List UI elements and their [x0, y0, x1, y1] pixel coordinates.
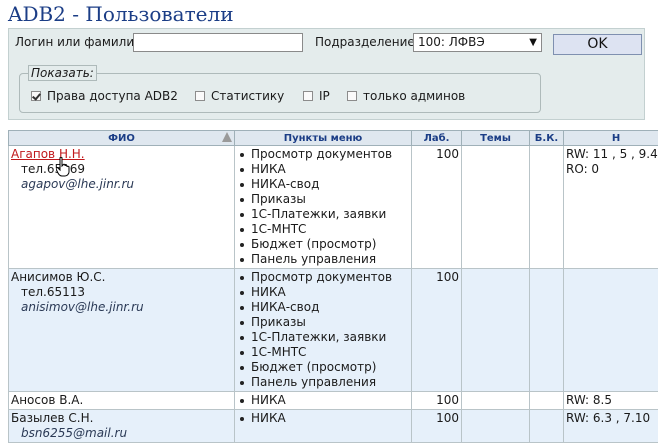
department-select[interactable]: 100: ЛФВЭ ▼: [413, 33, 542, 52]
department-selected-value: 100: ЛФВЭ: [418, 35, 485, 49]
user-email: bsn6255@mail.ru: [21, 426, 128, 440]
fio-cell: Агапов Н.Н. тел.65169 agapov@lhe.jinr.ru: [8, 145, 235, 269]
table-row: Агапов Н.Н. тел.65169 agapov@lhe.jinr.ru Пр…: [8, 145, 658, 269]
menu-item: 1С-МНТС: [240, 222, 409, 237]
show-options-group: Показать: Права доступа ADB2 Статистику …: [19, 65, 541, 113]
fio-cell: Базылев С.Н. bsn6255@mail.ru: [8, 409, 235, 443]
table-row: Аносов В.А. НИКА 100 RW: 8.5: [8, 391, 658, 410]
login-search-input[interactable]: [133, 33, 303, 52]
checkbox-unchecked-icon[interactable]: [347, 91, 357, 101]
themes-cell: [461, 145, 530, 269]
checkbox-label: Права доступа ADB2: [47, 89, 178, 103]
user-phone: тел.65113: [21, 285, 86, 299]
filter-panel: Логин или фамилия: Подразделение: 100: Л…: [8, 28, 645, 120]
checkbox-label: IP: [319, 89, 330, 103]
menu-item: Просмотр документов: [240, 270, 409, 285]
menu-items-cell: НИКА: [234, 409, 412, 443]
fio-cell: Анисимов Ю.С. тел.65113 anisimov@lhe.jinr.…: [8, 268, 235, 392]
checkbox-ip[interactable]: IP: [303, 88, 330, 104]
checkbox-unchecked-icon[interactable]: [303, 91, 313, 101]
menu-items-cell: НИКА: [234, 391, 412, 410]
access-rights-line: RW: 11 , 5 , 9.4: [566, 147, 658, 161]
chevron-down-icon: ▼: [529, 37, 537, 48]
menu-item: НИКА-свод: [240, 177, 409, 192]
page-title: ADB2 - Пользователи: [8, 2, 234, 26]
menu-item: 1С-МНТС: [240, 345, 409, 360]
access-rights-line: RO: 0: [566, 162, 600, 176]
bk-cell: [529, 145, 564, 269]
bk-cell: [529, 268, 564, 392]
lab-cell: 100: [411, 391, 462, 410]
menu-item: Панель управления: [240, 375, 409, 390]
user-phone: тел.65169: [21, 162, 86, 176]
login-label: Логин или фамилия:: [15, 35, 146, 49]
user-name-link[interactable]: Агапов Н.Н.: [11, 147, 232, 162]
access-cell: RW: 6.3 , 7.10: [563, 409, 658, 443]
checkbox-statistics[interactable]: Статистику: [195, 88, 284, 104]
menu-item: Панель управления: [240, 252, 409, 267]
themes-cell: [461, 391, 530, 410]
menu-items-list: Просмотр документов НИКА НИКА-свод Приказы 1…: [237, 147, 409, 267]
menu-item: Приказы: [240, 315, 409, 330]
lab-cell: 100: [411, 268, 462, 392]
access-cell: RW: 8.5: [563, 391, 658, 410]
menu-item: НИКА: [240, 393, 409, 408]
checkbox-unchecked-icon[interactable]: [195, 91, 205, 101]
menu-item: НИКА: [240, 162, 409, 177]
access-cell: [563, 268, 658, 392]
menu-item: НИКА: [240, 411, 409, 426]
access-rights-line: RW: 6.3 , 7.10: [566, 411, 651, 425]
user-name-link[interactable]: Базылев С.Н.: [11, 411, 232, 426]
menu-items-list: НИКА: [237, 411, 409, 426]
ok-button[interactable]: OK: [553, 34, 642, 55]
menu-items-list: НИКА: [237, 393, 409, 408]
checkbox-label: Статистику: [211, 89, 285, 103]
access-rights-line: RW: 8.5: [566, 393, 612, 407]
user-email: agapov@lhe.jinr.ru: [21, 177, 134, 191]
user-name-link[interactable]: Анисимов Ю.С.: [11, 270, 232, 285]
column-header-menu[interactable]: Пункты меню: [234, 130, 412, 146]
bk-cell: [529, 391, 564, 410]
column-header-bk[interactable]: Б.К.: [529, 130, 564, 146]
checkbox-access-rights[interactable]: Права доступа ADB2: [31, 88, 178, 104]
users-table: ФИО Пункты меню Лаб. Темы Б.К. Н Агапов …: [8, 130, 658, 443]
column-header-lab[interactable]: Лаб.: [411, 130, 462, 146]
column-header-fio[interactable]: ФИО: [8, 130, 235, 146]
menu-item: 1С-Платежки, заявки: [240, 207, 409, 222]
table-row: Анисимов Ю.С. тел.65113 anisimov@lhe.jinr.…: [8, 268, 658, 392]
access-cell: RW: 11 , 5 , 9.4 RO: 0: [563, 145, 658, 269]
menu-item: Просмотр документов: [240, 147, 409, 162]
themes-cell: [461, 268, 530, 392]
table-row: Базылев С.Н. bsn6255@mail.ru НИКА 100 RW: 6.…: [8, 409, 658, 443]
checkbox-checked-icon[interactable]: [31, 91, 41, 101]
show-legend: Показать:: [28, 65, 97, 81]
checkbox-label: только админов: [363, 89, 466, 103]
menu-items-cell: Просмотр документов НИКА НИКА-свод Приказы 1…: [234, 145, 412, 269]
menu-item: НИКА: [240, 285, 409, 300]
department-label: Подразделение:: [315, 35, 419, 49]
column-header-n[interactable]: Н: [563, 130, 658, 146]
lab-cell: 100: [411, 145, 462, 269]
menu-item: Бюджет (просмотр): [240, 360, 409, 375]
lab-cell: 100: [411, 409, 462, 443]
bk-cell: [529, 409, 564, 443]
menu-item: Бюджет (просмотр): [240, 237, 409, 252]
checkbox-admins-only[interactable]: только админов: [347, 88, 465, 104]
sort-arrow-icon[interactable]: [222, 132, 232, 142]
column-header-themes[interactable]: Темы: [461, 130, 530, 146]
menu-items-list: Просмотр документов НИКА НИКА-свод Приказы 1…: [237, 270, 409, 390]
fio-cell: Аносов В.А.: [8, 391, 235, 410]
menu-item: НИКА-свод: [240, 300, 409, 315]
menu-item: 1С-Платежки, заявки: [240, 330, 409, 345]
themes-cell: [461, 409, 530, 443]
menu-items-cell: Просмотр документов НИКА НИКА-свод Приказы 1…: [234, 268, 412, 392]
user-name-link[interactable]: Аносов В.А.: [11, 393, 232, 408]
user-email: anisimov@lhe.jinr.ru: [21, 300, 144, 314]
menu-item: Приказы: [240, 192, 409, 207]
table-header-row: ФИО Пункты меню Лаб. Темы Б.К. Н: [8, 130, 658, 146]
